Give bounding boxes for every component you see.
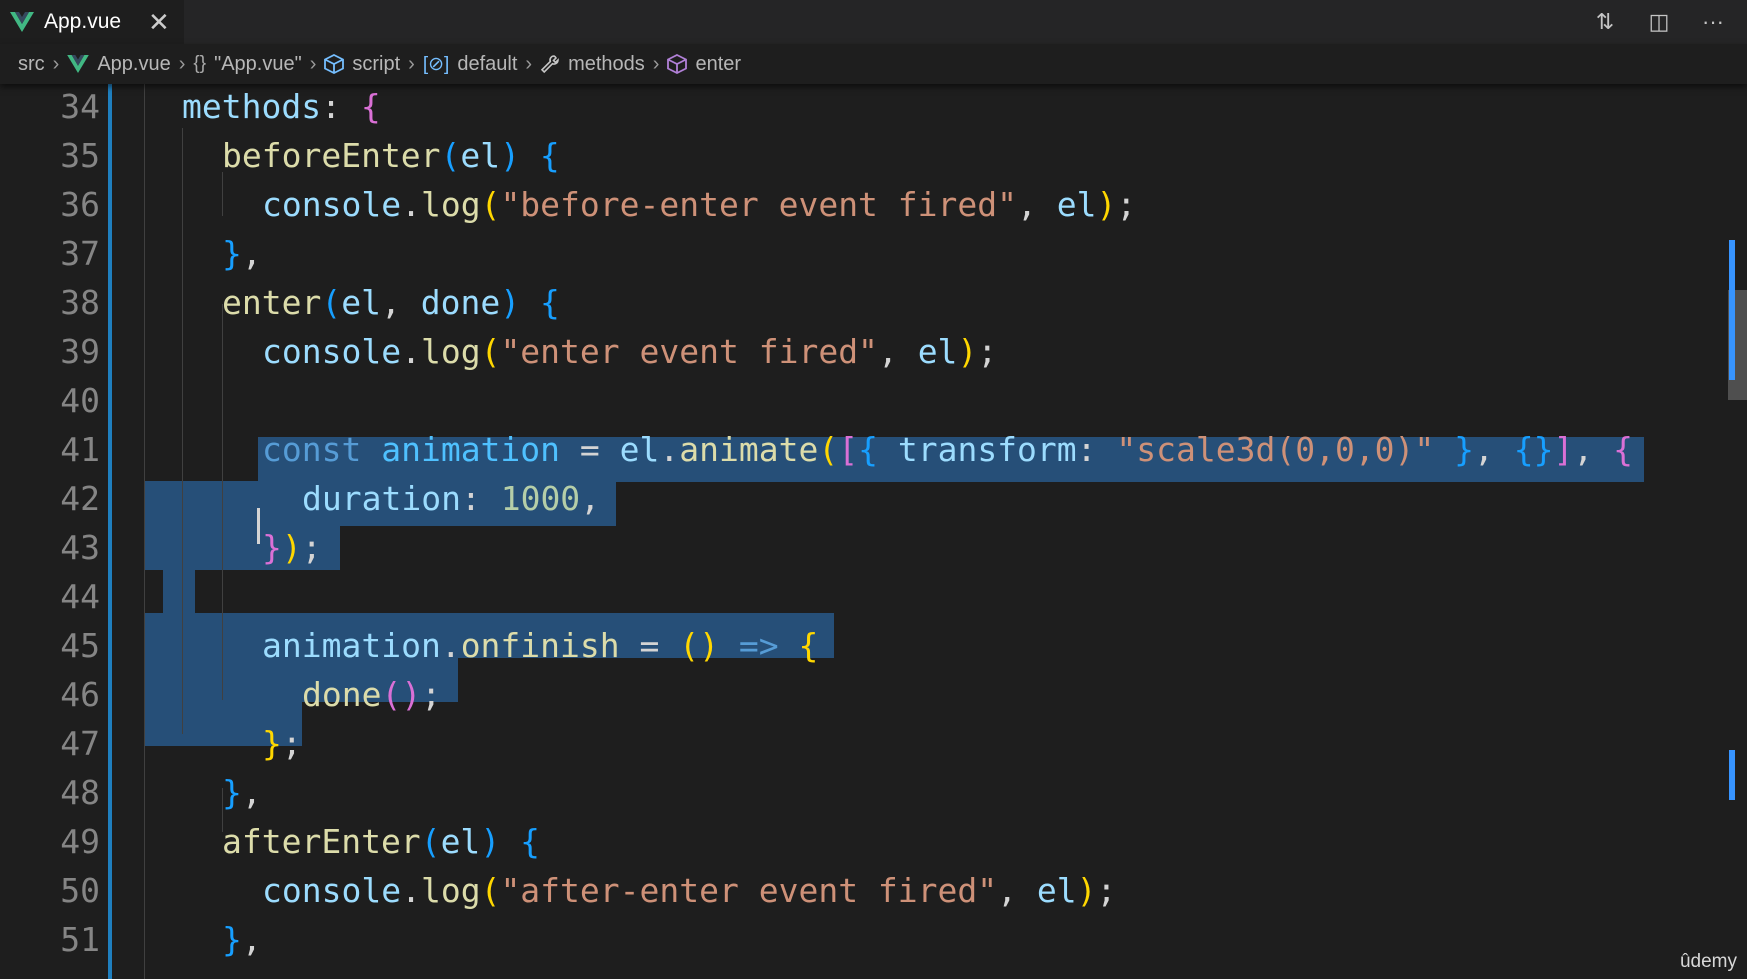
chevron-right-icon: › — [52, 52, 60, 75]
breadcrumb-item-module[interactable]: {} "App.vue" — [193, 53, 301, 76]
tab-bar: App.vue ✕ ⇅ ◫ ··· — [0, 0, 1747, 44]
code-line: 37}, — [0, 229, 1747, 278]
code-line: 50 console.log("after-enter event fired",… — [0, 866, 1747, 915]
tab-app-vue[interactable]: App.vue ✕ — [0, 0, 184, 44]
code-line: 45 animation.onfinish = () => { — [0, 621, 1747, 670]
line-number: 34 — [60, 87, 100, 126]
text-cursor — [257, 508, 260, 544]
code-line: 40 — [0, 376, 1747, 425]
line-number: 35 — [60, 136, 100, 175]
line-number: 41 — [60, 430, 100, 469]
scrollbar-change-marker — [1729, 240, 1735, 380]
chevron-right-icon: › — [408, 52, 415, 75]
code-text: }); — [262, 528, 322, 567]
line-number: 39 — [60, 332, 100, 371]
breadcrumb-item-app-vue[interactable]: App.vue — [67, 53, 171, 76]
open-changes-icon[interactable]: ⇅ — [1591, 8, 1619, 36]
code-line: 48}, — [0, 768, 1747, 817]
code-text: duration: 1000, — [302, 479, 601, 518]
editor-actions: ⇅ ◫ ··· — [1591, 8, 1727, 36]
code-line: 39 console.log("enter event fired", el); — [0, 327, 1747, 376]
code-text: done(); — [302, 675, 442, 714]
chevron-right-icon: › — [525, 52, 533, 75]
code-line: 42 duration: 1000, — [0, 474, 1747, 523]
chevron-right-icon: › — [178, 52, 186, 75]
code-text: methods: { — [182, 87, 381, 126]
line-number: 36 — [60, 185, 100, 224]
code-line: 51}, — [0, 915, 1747, 964]
vue-logo-icon — [10, 12, 34, 32]
code-line: 46 done(); — [0, 670, 1747, 719]
code-text: }, — [222, 773, 262, 812]
code-line: 49 afterEnter(el) { — [0, 817, 1747, 866]
code-line: 38 enter(el, done) { — [0, 278, 1747, 327]
breadcrumb-item-default[interactable]: [⊘] default — [423, 53, 518, 76]
braces-icon: {} — [193, 53, 207, 74]
line-number: 47 — [60, 724, 100, 763]
breadcrumb: src › App.vue › {} "App.vue" › script › … — [0, 44, 1747, 84]
code-text: console.log("enter event fired", el); — [262, 332, 998, 371]
more-actions-icon[interactable]: ··· — [1699, 8, 1727, 36]
line-number: 43 — [60, 528, 100, 567]
line-number: 50 — [60, 871, 100, 910]
split-editor-icon[interactable]: ◫ — [1645, 8, 1673, 36]
line-number: 45 — [60, 626, 100, 665]
code-text: }, — [222, 234, 262, 273]
code-line: 47}; — [0, 719, 1747, 768]
tab-label: App.vue — [44, 10, 122, 33]
breadcrumb-item-script[interactable]: script — [324, 53, 400, 76]
code-line: 44 — [0, 572, 1747, 621]
code-text: }, — [222, 920, 262, 959]
breadcrumb-item-enter[interactable]: enter — [667, 53, 741, 76]
line-number: 49 — [60, 822, 100, 861]
breadcrumb-item-src[interactable]: src — [18, 53, 45, 76]
variable-icon: [⊘] — [422, 53, 450, 75]
code-line: 34 methods: { — [0, 84, 1747, 131]
line-number: 48 — [60, 773, 100, 812]
code-text: animation.onfinish = () => { — [262, 626, 819, 665]
code-text: console.log("before-enter event fired", … — [262, 185, 1137, 224]
udemy-watermark: ûdemy — [1679, 951, 1737, 972]
line-number: 38 — [60, 283, 100, 322]
cube-icon — [324, 54, 345, 74]
line-number: 42 — [60, 479, 100, 518]
code-line: 41 const animation = el.animate([{ transf… — [0, 425, 1747, 474]
code-line: 36 console.log("before-enter event fired"… — [0, 180, 1747, 229]
method-cube-icon — [667, 54, 688, 74]
code-text: beforeEnter(el) { — [222, 136, 560, 175]
vue-file-icon — [67, 55, 90, 73]
line-number: 37 — [60, 234, 100, 273]
code-text: }; — [262, 724, 302, 763]
line-number: 46 — [60, 675, 100, 714]
chevron-right-icon: › — [652, 52, 660, 75]
code-text: console.log("after-enter event fired", e… — [262, 871, 1117, 910]
code-text: const animation = el.animate([{ transfor… — [262, 430, 1634, 469]
breadcrumb-item-methods[interactable]: methods — [540, 53, 645, 76]
code-editor[interactable]: 34 methods: { 35 beforeEnter(el) { 36 console… — [0, 84, 1747, 979]
code-line: 35 beforeEnter(el) { — [0, 131, 1747, 180]
code-text: enter(el, done) { — [222, 283, 560, 322]
line-number: 40 — [60, 381, 100, 420]
code-line: 43}); — [0, 523, 1747, 572]
wrench-icon — [540, 54, 560, 74]
scrollbar-change-marker — [1729, 750, 1735, 800]
close-tab-button[interactable]: ✕ — [148, 7, 170, 37]
code-text: afterEnter(el) { — [222, 822, 540, 861]
line-number: 44 — [60, 577, 100, 616]
chevron-right-icon: › — [309, 52, 317, 75]
line-number: 51 — [60, 920, 100, 959]
